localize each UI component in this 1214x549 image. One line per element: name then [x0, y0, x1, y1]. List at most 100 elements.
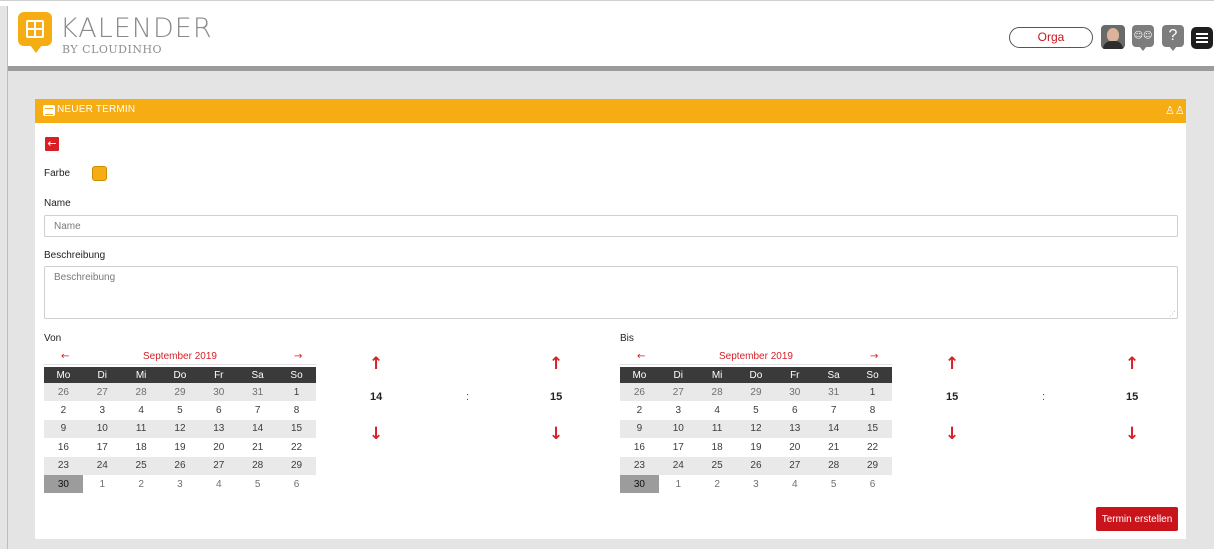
to-day-cell[interactable]: 20 [775, 438, 814, 456]
from-day-cell[interactable]: 15 [277, 419, 316, 439]
from-day-cell[interactable]: 14 [238, 419, 278, 439]
from-day-cell[interactable]: 28 [238, 456, 278, 475]
from-day-cell[interactable]: 2 [122, 475, 161, 493]
to-day-cell[interactable]: 17 [659, 438, 698, 456]
from-minute-value[interactable]: 15 [550, 391, 562, 403]
to-day-cell[interactable]: 2 [620, 401, 659, 419]
to-day-cell[interactable]: 25 [697, 456, 737, 475]
to-day-cell[interactable]: 27 [658, 383, 698, 402]
from-day-cell[interactable]: 29 [277, 456, 316, 475]
from-minute-up-arrow[interactable]: ↑ [549, 355, 563, 373]
from-hour-down-arrow[interactable]: ↓ [369, 425, 383, 443]
people-icon[interactable]: ☺☺☺ [1132, 25, 1154, 63]
to-day-cell[interactable]: 1 [853, 383, 892, 402]
to-day-cell[interactable]: 26 [620, 383, 659, 402]
from-day-cell[interactable]: 25 [121, 456, 161, 475]
from-hour-value[interactable]: 14 [370, 391, 382, 403]
from-day-cell[interactable]: 26 [44, 383, 83, 402]
to-day-cell[interactable]: 29 [853, 456, 892, 475]
from-next-month-button[interactable]: → [294, 350, 302, 364]
to-day-cell[interactable]: 26 [736, 456, 776, 475]
to-day-cell[interactable]: 28 [697, 383, 737, 402]
from-day-cell[interactable]: 27 [199, 456, 239, 475]
from-day-cell[interactable]: 20 [199, 438, 238, 456]
to-month-label[interactable]: September 2019 [620, 351, 892, 362]
from-day-cell[interactable]: 6 [199, 401, 238, 419]
to-day-cell[interactable]: 15 [853, 419, 892, 439]
from-day-cell[interactable]: 17 [83, 438, 122, 456]
to-day-cell[interactable]: 4 [775, 475, 814, 493]
to-day-cell[interactable]: 16 [620, 438, 659, 456]
from-day-cell[interactable]: 5 [238, 475, 277, 493]
from-day-cell[interactable]: 13 [199, 419, 239, 439]
back-arrow-icon[interactable]: ← [45, 137, 59, 151]
to-day-cell[interactable]: 10 [658, 419, 698, 439]
from-day-cell[interactable]: 30 [199, 383, 239, 402]
to-day-cell[interactable]: 3 [659, 401, 698, 419]
from-day-cell[interactable]: 31 [238, 383, 278, 402]
from-minute-down-arrow[interactable]: ↓ [549, 425, 563, 443]
from-day-cell[interactable]: 23 [44, 456, 83, 475]
from-day-cell[interactable]: 4 [122, 401, 161, 419]
from-day-cell[interactable]: 8 [277, 401, 316, 419]
from-day-cell[interactable]: 3 [83, 401, 122, 419]
description-input[interactable] [44, 266, 1178, 319]
to-hour-up-arrow[interactable]: ↑ [945, 355, 959, 373]
from-day-cell[interactable]: 30 [44, 474, 83, 494]
to-day-cell[interactable]: 2 [698, 475, 737, 493]
from-day-cell[interactable]: 5 [161, 401, 200, 419]
color-picker[interactable] [92, 166, 107, 181]
to-day-cell[interactable]: 30 [620, 474, 659, 494]
from-day-cell[interactable]: 6 [277, 475, 316, 493]
to-minute-down-arrow[interactable]: ↓ [1125, 425, 1139, 443]
to-day-cell[interactable]: 3 [737, 475, 776, 493]
from-day-cell[interactable]: 1 [83, 475, 122, 493]
name-input[interactable] [44, 215, 1178, 237]
from-day-cell[interactable]: 3 [161, 475, 200, 493]
help-icon[interactable]: ? [1162, 25, 1184, 51]
from-day-cell[interactable]: 12 [160, 419, 200, 439]
to-day-cell[interactable]: 22 [853, 438, 892, 456]
to-day-cell[interactable]: 13 [775, 419, 815, 439]
from-day-cell[interactable]: 19 [161, 438, 200, 456]
to-day-cell[interactable]: 5 [737, 401, 776, 419]
resize-grip-icon[interactable]: ⋰ [1169, 311, 1176, 318]
to-day-cell[interactable]: 30 [775, 383, 815, 402]
to-minute-up-arrow[interactable]: ↑ [1125, 355, 1139, 373]
from-day-cell[interactable]: 4 [199, 475, 238, 493]
from-day-cell[interactable]: 24 [82, 456, 122, 475]
to-day-cell[interactable]: 6 [853, 475, 892, 493]
to-day-cell[interactable]: 24 [658, 456, 698, 475]
to-day-cell[interactable]: 18 [698, 438, 737, 456]
to-day-cell[interactable]: 14 [814, 419, 854, 439]
to-day-cell[interactable]: 21 [814, 438, 853, 456]
to-day-cell[interactable]: 12 [736, 419, 776, 439]
to-next-month-button[interactable]: → [870, 350, 878, 364]
calendar-logo-icon[interactable] [18, 12, 54, 56]
to-day-cell[interactable]: 5 [814, 475, 853, 493]
to-day-cell[interactable]: 8 [853, 401, 892, 419]
menu-icon[interactable] [1191, 27, 1213, 49]
from-day-cell[interactable]: 7 [238, 401, 277, 419]
to-day-cell[interactable]: 7 [814, 401, 853, 419]
from-day-cell[interactable]: 9 [44, 419, 83, 439]
to-hour-down-arrow[interactable]: ↓ [945, 425, 959, 443]
from-day-cell[interactable]: 11 [121, 419, 161, 439]
from-day-cell[interactable]: 28 [121, 383, 161, 402]
from-day-cell[interactable]: 22 [277, 438, 316, 456]
from-day-cell[interactable]: 1 [277, 383, 316, 402]
from-day-cell[interactable]: 29 [160, 383, 200, 402]
to-day-cell[interactable]: 19 [737, 438, 776, 456]
from-day-cell[interactable]: 10 [82, 419, 122, 439]
from-month-label[interactable]: September 2019 [44, 351, 316, 362]
to-day-cell[interactable]: 28 [814, 456, 854, 475]
from-day-cell[interactable]: 16 [44, 438, 83, 456]
to-day-cell[interactable]: 4 [698, 401, 737, 419]
participants-icon[interactable]: ♙♙ [1165, 104, 1185, 118]
create-event-button[interactable]: Termin erstellen [1096, 507, 1178, 531]
from-day-cell[interactable]: 26 [160, 456, 200, 475]
to-day-cell[interactable]: 23 [620, 456, 659, 475]
to-hour-value[interactable]: 15 [946, 391, 958, 403]
from-day-cell[interactable]: 27 [82, 383, 122, 402]
from-hour-up-arrow[interactable]: ↑ [369, 355, 383, 373]
